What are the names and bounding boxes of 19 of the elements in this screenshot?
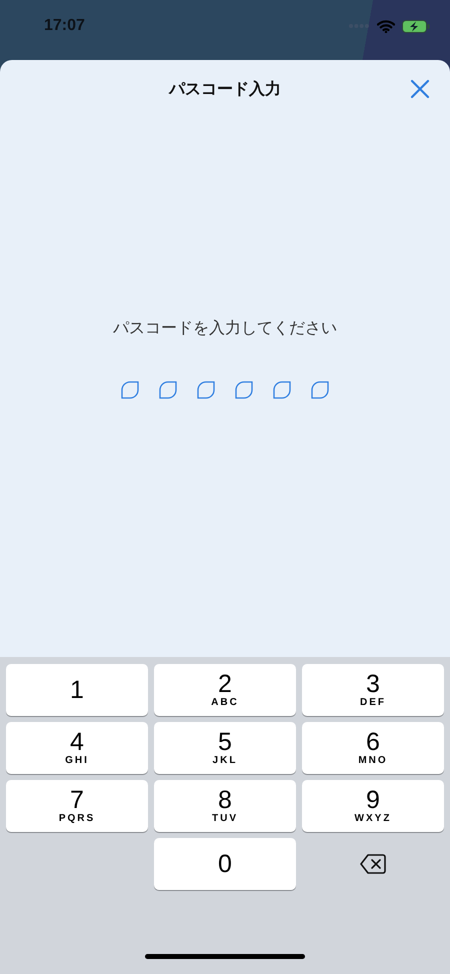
wifi-icon [377, 20, 395, 32]
keypad-key[interactable]: 7 PQRS [6, 780, 148, 832]
battery-icon [402, 20, 430, 32]
keypad-key[interactable]: 0 [154, 838, 296, 890]
status-time: 17:07 [44, 17, 85, 35]
keypad-key[interactable]: 5 JKL [154, 722, 296, 774]
close-button[interactable] [410, 79, 430, 99]
passcode-prompt: パスコードを入力してください [113, 318, 337, 339]
keypad-key[interactable]: 3 DEF [302, 664, 444, 716]
close-icon [410, 79, 430, 99]
sheet-title: パスコード入力 [169, 78, 281, 100]
keypad-key[interactable]: 1 [6, 664, 148, 716]
keypad-key[interactable]: 2 ABC [154, 664, 296, 716]
keypad-key[interactable]: 9 WXYZ [302, 780, 444, 832]
delete-icon [360, 854, 386, 874]
keypad-key[interactable]: 8 TUV [154, 780, 296, 832]
keypad-key[interactable]: 4 GHI [6, 722, 148, 774]
keypad-key[interactable]: 6 MNO [302, 722, 444, 774]
signal-icon [348, 23, 370, 29]
